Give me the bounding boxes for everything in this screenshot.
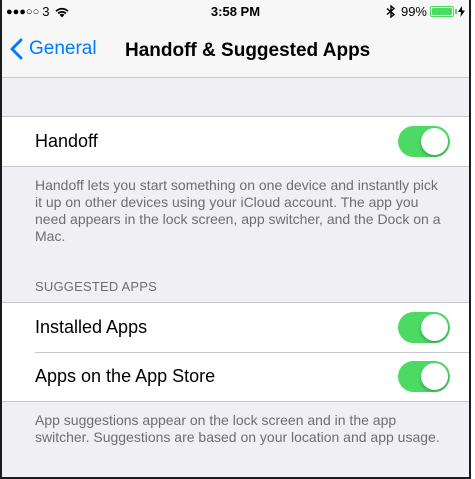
suggested-apps-header: SUGGESTED APPS bbox=[35, 279, 158, 294]
handoff-toggle[interactable] bbox=[398, 126, 450, 157]
installed-apps-toggle[interactable] bbox=[398, 312, 450, 343]
handoff-row: Handoff bbox=[2, 117, 469, 166]
handoff-description: Handoff lets you start something on one … bbox=[35, 177, 441, 244]
handoff-group: Handoff bbox=[2, 116, 469, 167]
suggested-apps-group: Installed Apps Apps on the App Store bbox=[2, 302, 469, 402]
toggle-knob bbox=[421, 314, 448, 341]
app-store-apps-row: Apps on the App Store bbox=[2, 352, 469, 401]
battery-level-fill bbox=[432, 8, 452, 15]
status-right: 99% bbox=[386, 4, 465, 19]
battery-tip bbox=[455, 9, 457, 14]
installed-apps-label: Installed Apps bbox=[35, 317, 148, 337]
battery-percent: 99% bbox=[400, 4, 427, 19]
app-store-apps-toggle[interactable] bbox=[398, 361, 450, 392]
back-button-label: General bbox=[29, 38, 97, 59]
installed-apps-row: Installed Apps bbox=[2, 303, 469, 352]
handoff-label: Handoff bbox=[35, 131, 98, 151]
battery-icon bbox=[430, 6, 454, 17]
navigation-bar: General Handoff & Suggested Apps bbox=[2, 32, 469, 72]
page-title: Handoff & Suggested Apps bbox=[125, 40, 371, 61]
header: ●●●○○ 3 3:58 PM 99% General Handoff & Su… bbox=[2, 0, 469, 78]
toggle-knob bbox=[421, 363, 448, 390]
back-button[interactable]: General bbox=[10, 38, 97, 60]
status-bar: ●●●○○ 3 3:58 PM 99% bbox=[2, 0, 469, 22]
app-store-apps-label: Apps on the App Store bbox=[35, 366, 216, 386]
settings-screen: ●●●○○ 3 3:58 PM 99% General Handoff & Su… bbox=[0, 0, 471, 479]
bluetooth-icon bbox=[386, 5, 396, 18]
toggle-knob bbox=[421, 128, 448, 155]
suggested-apps-description: App suggestions appear on the lock scree… bbox=[35, 412, 440, 445]
chevron-left-icon bbox=[10, 38, 23, 60]
charging-bolt-icon bbox=[458, 6, 465, 17]
